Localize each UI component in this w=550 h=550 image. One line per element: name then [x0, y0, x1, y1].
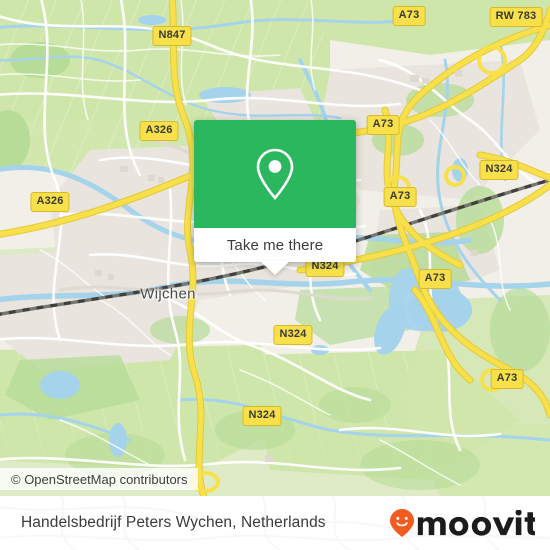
- city-label-wijchen: Wijchen: [140, 285, 196, 303]
- map-attribution[interactable]: © OpenStreetMap contributors: [0, 468, 198, 490]
- road-shield: N847: [152, 26, 192, 46]
- attribution-text: © OpenStreetMap contributors: [11, 471, 188, 487]
- road-shield: A73: [392, 6, 426, 26]
- take-me-there-popup[interactable]: Take me there: [194, 120, 356, 275]
- popup-button[interactable]: Take me there: [194, 228, 356, 262]
- popup-pointer-tail: [260, 261, 290, 275]
- road-shield: N324: [479, 160, 519, 180]
- road-shield: A73: [418, 269, 452, 289]
- page-title: Handelsbedrijf Peters Wychen, Netherland…: [21, 514, 326, 531]
- moovit-pin-icon: [390, 509, 415, 537]
- map-canvas[interactable]: Wijchen N847 A73 RW 783 A326 A73 N324 A3…: [0, 0, 550, 496]
- road-shield: RW 783: [489, 7, 543, 27]
- popup-button-label: Take me there: [226, 236, 324, 254]
- popup-icon-area: [194, 120, 356, 228]
- road-shield: N324: [242, 406, 282, 426]
- road-shield: A326: [139, 121, 179, 141]
- road-shield: A73: [366, 115, 400, 135]
- moovit-wordmark: [418, 510, 535, 536]
- road-shield: A326: [30, 192, 70, 212]
- road-shield: A73: [383, 187, 417, 207]
- road-shield: N324: [273, 325, 313, 345]
- road-shield: A73: [490, 369, 524, 389]
- footer-bar: Handelsbedrijf Peters Wychen, Netherland…: [0, 496, 550, 550]
- map-screenshot-page: Wijchen N847 A73 RW 783 A326 A73 N324 A3…: [0, 0, 550, 550]
- moovit-logo[interactable]: [389, 508, 535, 538]
- map-pin-icon: [256, 148, 294, 200]
